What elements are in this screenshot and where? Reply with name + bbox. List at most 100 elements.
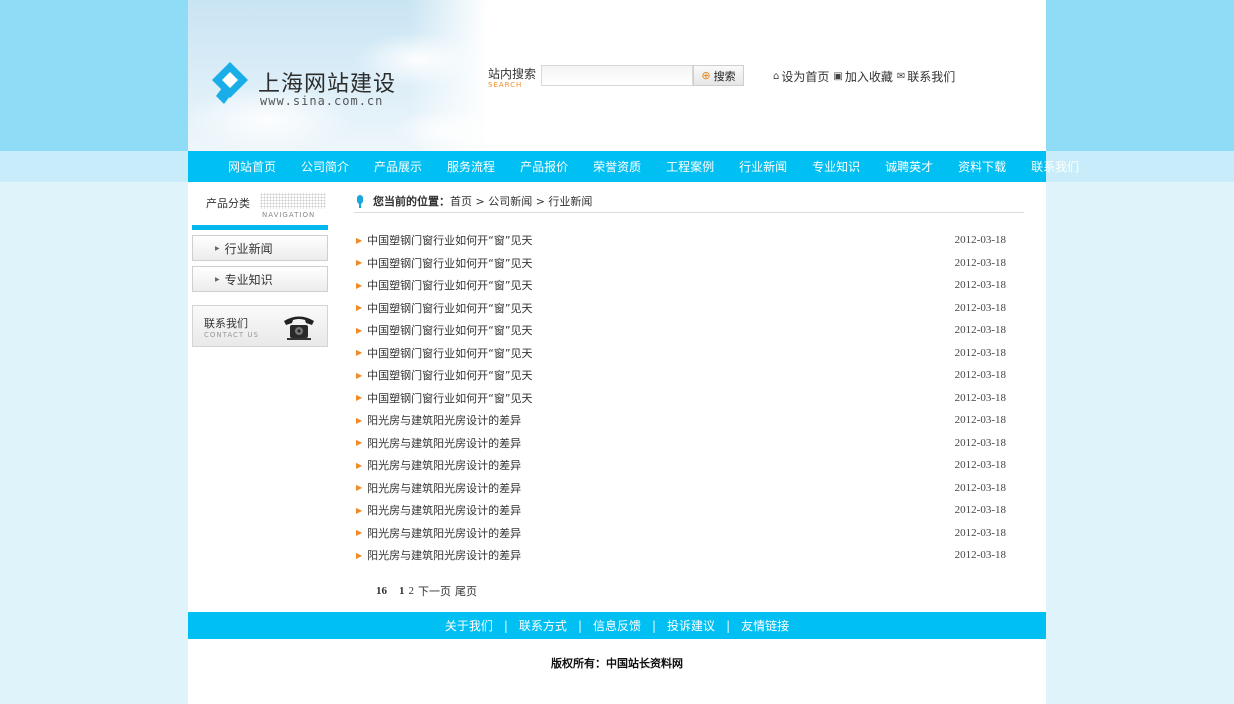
sidebar-item-industry-news[interactable]: ▶ 行业新闻 bbox=[192, 235, 328, 261]
breadcrumb-path[interactable]: 首页 > 公司新闻 > 行业新闻 bbox=[450, 193, 592, 209]
contact-box-label: 联系我们 bbox=[204, 317, 248, 330]
news-link[interactable]: ▶ 中国塑钢门窗行业如何开“窗”见天 bbox=[354, 300, 533, 316]
bullet-icon: ▶ bbox=[356, 393, 363, 403]
news-title: 阳光房与建筑阳光房设计的差异 bbox=[367, 481, 522, 495]
nav-item-home[interactable]: 网站首页 bbox=[228, 158, 276, 175]
news-link[interactable]: ▶ 中国塑钢门窗行业如何开“窗”见天 bbox=[354, 277, 533, 293]
sidebar: 产品分类 NAVIGATION ▶ 行业新闻 ▶ 专业知识 联系我们 CONTA… bbox=[192, 190, 328, 347]
sidebar-item-knowledge[interactable]: ▶ 专业知识 bbox=[192, 266, 328, 292]
footer-separator: | bbox=[503, 618, 508, 633]
news-link[interactable]: ▶ 中国塑钢门窗行业如何开“窗”见天 bbox=[354, 390, 533, 406]
breadcrumb: 您当前的位置： 首页 > 公司新闻 > 行业新闻 bbox=[354, 190, 1024, 213]
nav-item-about[interactable]: 公司简介 bbox=[301, 158, 349, 175]
pagination: 16 1 2 下一页 尾页 bbox=[376, 583, 1024, 599]
news-link[interactable]: ▶ 中国塑钢门窗行业如何开“窗”见天 bbox=[354, 345, 533, 361]
nav-item-cases[interactable]: 工程案例 bbox=[666, 158, 714, 175]
news-date: 2012-03-18 bbox=[954, 481, 1006, 494]
news-link[interactable]: ▶ 中国塑钢门窗行业如何开“窗”见天 bbox=[354, 255, 533, 271]
page: 上海网站建设 www.sina.com.cn 站内搜索 SEARCH ⊕ 搜索 … bbox=[188, 0, 1079, 704]
list-item: ▶ 阳光房与建筑阳光房设计的差异 2012-03-18 bbox=[354, 499, 1024, 522]
sidebar-contact-box[interactable]: 联系我们 CONTACT US bbox=[192, 305, 328, 347]
nav-item-careers[interactable]: 诚聘英才 bbox=[885, 158, 933, 175]
nav-item-industry-news[interactable]: 行业新闻 bbox=[739, 158, 787, 175]
pagination-total: 16 bbox=[376, 584, 387, 597]
news-title: 阳光房与建筑阳光房设计的差异 bbox=[367, 526, 522, 540]
bullet-icon: ▶ bbox=[356, 348, 363, 358]
logo[interactable]: 上海网站建设 www.sina.com.cn bbox=[210, 60, 410, 110]
footer-separator: | bbox=[577, 618, 582, 633]
nav-item-knowledge[interactable]: 专业知识 bbox=[812, 158, 860, 175]
news-title: 阳光房与建筑阳光房设计的差异 bbox=[367, 436, 522, 450]
nav-item-contact[interactable]: 联系我们 bbox=[1031, 158, 1079, 175]
contact-us-link[interactable]: ✉ 联系我们 bbox=[897, 68, 955, 85]
news-link[interactable]: ▶ 阳光房与建筑阳光房设计的差异 bbox=[354, 457, 521, 473]
footer-separator: | bbox=[652, 618, 657, 633]
news-title: 阳光房与建筑阳光房设计的差异 bbox=[367, 504, 522, 518]
pagination-page-2[interactable]: 2 bbox=[409, 585, 415, 597]
list-item: ▶ 中国塑钢门窗行业如何开“窗”见天 2012-03-18 bbox=[354, 319, 1024, 342]
bullet-icon: ▶ bbox=[356, 438, 363, 448]
list-item: ▶ 中国塑钢门窗行业如何开“窗”见天 2012-03-18 bbox=[354, 252, 1024, 275]
news-link[interactable]: ▶ 阳光房与建筑阳光房设计的差异 bbox=[354, 502, 521, 518]
sidebar-item-label: 专业知识 bbox=[224, 272, 273, 287]
search-input[interactable] bbox=[541, 65, 693, 86]
news-title: 中国塑钢门窗行业如何开“窗”见天 bbox=[367, 279, 533, 293]
bullet-icon: ▶ bbox=[356, 460, 363, 470]
news-link[interactable]: ▶ 中国塑钢门窗行业如何开“窗”见天 bbox=[354, 232, 533, 248]
footer-link-feedback[interactable]: 信息反馈 bbox=[593, 617, 641, 634]
list-item: ▶ 阳光房与建筑阳光房设计的差异 2012-03-18 bbox=[354, 477, 1024, 500]
list-item: ▶ 阳光房与建筑阳光房设计的差异 2012-03-18 bbox=[354, 454, 1024, 477]
footer-link-about[interactable]: 关于我们 bbox=[445, 617, 493, 634]
sidebar-heading-dots bbox=[260, 193, 326, 209]
news-date: 2012-03-18 bbox=[954, 346, 1006, 359]
location-icon bbox=[357, 194, 363, 208]
pagination-next[interactable]: 下一页 bbox=[418, 583, 451, 599]
contact-icon: ✉ bbox=[896, 71, 906, 82]
news-date: 2012-03-18 bbox=[954, 436, 1006, 449]
news-link[interactable]: ▶ 中国塑钢门窗行业如何开“窗”见天 bbox=[354, 367, 533, 383]
news-link[interactable]: ▶ 中国塑钢门窗行业如何开“窗”见天 bbox=[354, 322, 533, 338]
nav-item-pricing[interactable]: 产品报价 bbox=[520, 158, 568, 175]
search-button[interactable]: ⊕ 搜索 bbox=[693, 65, 744, 86]
footer-link-complaints[interactable]: 投诉建议 bbox=[667, 617, 715, 634]
news-link[interactable]: ▶ 阳光房与建筑阳光房设计的差异 bbox=[354, 480, 521, 496]
news-date: 2012-03-18 bbox=[954, 504, 1006, 517]
news-link[interactable]: ▶ 阳光房与建筑阳光房设计的差异 bbox=[354, 547, 521, 563]
bullet-icon: ▶ bbox=[356, 370, 363, 380]
news-date: 2012-03-18 bbox=[954, 459, 1006, 472]
bullet-icon: ▶ bbox=[356, 303, 363, 313]
news-link[interactable]: ▶ 阳光房与建筑阳光房设计的差异 bbox=[354, 435, 521, 451]
list-item: ▶ 阳光房与建筑阳光房设计的差异 2012-03-18 bbox=[354, 522, 1024, 545]
news-link[interactable]: ▶ 阳光房与建筑阳光房设计的差异 bbox=[354, 525, 521, 541]
contact-us-label: 联系我们 bbox=[907, 70, 956, 84]
news-title: 中国塑钢门窗行业如何开“窗”见天 bbox=[367, 324, 533, 338]
set-homepage-label: 设为首页 bbox=[781, 70, 830, 84]
nav-item-downloads[interactable]: 资料下载 bbox=[958, 158, 1006, 175]
nav-item-products[interactable]: 产品展示 bbox=[374, 158, 422, 175]
news-title: 中国塑钢门窗行业如何开“窗”见天 bbox=[367, 301, 533, 315]
list-item: ▶ 中国塑钢门窗行业如何开“窗”见天 2012-03-18 bbox=[354, 274, 1024, 297]
news-title: 阳光房与建筑阳光房设计的差异 bbox=[367, 459, 522, 473]
footer-link-friends[interactable]: 友情链接 bbox=[741, 617, 789, 634]
add-bookmark-label: 加入收藏 bbox=[844, 70, 893, 84]
list-item: ▶ 中国塑钢门窗行业如何开“窗”见天 2012-03-18 bbox=[354, 342, 1024, 365]
contact-box-label-en: CONTACT US bbox=[204, 331, 259, 339]
pagination-last[interactable]: 尾页 bbox=[455, 583, 477, 599]
news-date: 2012-03-18 bbox=[954, 234, 1006, 247]
logo-url: www.sina.com.cn bbox=[260, 94, 384, 108]
nav-item-service[interactable]: 服务流程 bbox=[447, 158, 495, 175]
footer-separator: | bbox=[726, 618, 731, 633]
news-date: 2012-03-18 bbox=[954, 256, 1006, 269]
footer-link-contact[interactable]: 联系方式 bbox=[519, 617, 567, 634]
add-bookmark-link[interactable]: ▣ 加入收藏 bbox=[833, 68, 892, 85]
search-label-text: 站内搜索 bbox=[488, 67, 537, 81]
home-icon: ⌂ bbox=[773, 71, 780, 82]
news-link[interactable]: ▶ 阳光房与建筑阳光房设计的差异 bbox=[354, 412, 521, 428]
set-homepage-link[interactable]: ⌂ 设为首页 bbox=[773, 68, 829, 85]
nav-item-honors[interactable]: 荣誉资质 bbox=[593, 158, 641, 175]
list-item: ▶ 中国塑钢门窗行业如何开“窗”见天 2012-03-18 bbox=[354, 297, 1024, 320]
news-title: 阳光房与建筑阳光房设计的差异 bbox=[367, 414, 522, 428]
telephone-icon bbox=[284, 316, 314, 340]
news-date: 2012-03-18 bbox=[954, 391, 1006, 404]
bullet-icon: ▶ bbox=[356, 325, 363, 335]
